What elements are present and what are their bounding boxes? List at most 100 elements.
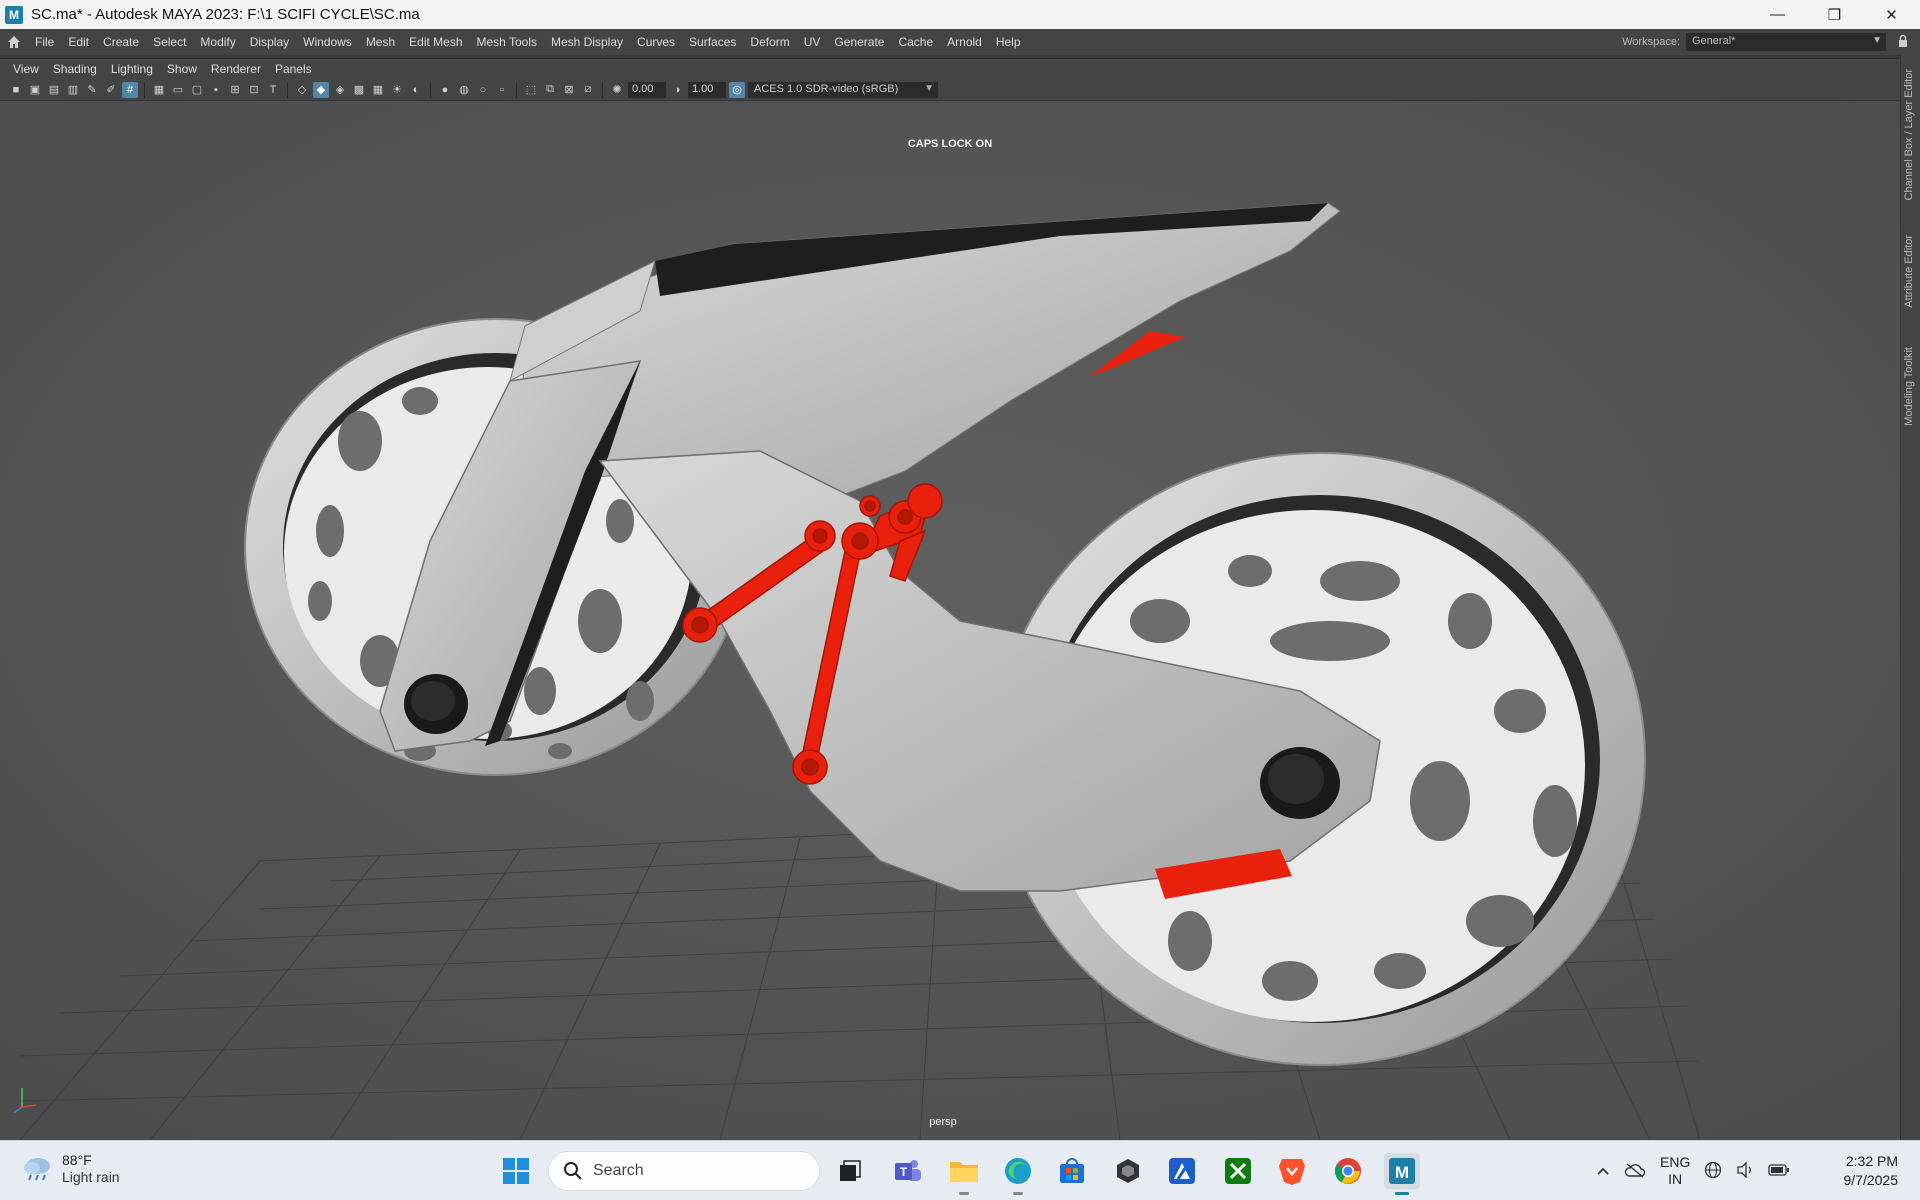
input-language-indicator[interactable]: ENG IN — [1660, 1154, 1690, 1188]
image-plane-icon[interactable]: ▥ — [65, 82, 81, 98]
view-transform-dropdown[interactable]: ACES 1.0 SDR-video (sRGB) ▼ — [748, 81, 938, 98]
taskbar-search[interactable]: Search — [548, 1151, 820, 1191]
file-explorer-app[interactable] — [946, 1153, 982, 1195]
lock-icon[interactable] — [1898, 34, 1908, 50]
menu-modify[interactable]: Modify — [193, 29, 242, 55]
safe-title-icon[interactable]: T — [265, 82, 281, 98]
chrome-app[interactable] — [1330, 1153, 1366, 1189]
panel-menu-panels[interactable]: Panels — [268, 62, 319, 76]
gamma-icon[interactable]: ◑ — [669, 82, 685, 98]
menu-create[interactable]: Create — [96, 29, 146, 55]
shadows-icon[interactable]: ◐ — [408, 82, 424, 98]
menu-surfaces[interactable]: Surfaces — [682, 29, 743, 55]
menu-windows[interactable]: Windows — [296, 29, 359, 55]
bookmarks-icon[interactable]: ▤ — [46, 82, 62, 98]
menu-generate[interactable]: Generate — [827, 29, 891, 55]
smooth-shade-icon[interactable]: ◆ — [313, 81, 329, 98]
grease-pencil-icon[interactable]: ✐ — [103, 82, 119, 98]
anti-aliasing-icon[interactable]: ○ — [475, 82, 491, 98]
clock-time: 2:32 PM — [1845, 1153, 1898, 1169]
textured-icon[interactable]: ▩ — [351, 82, 367, 98]
design-app[interactable] — [1164, 1153, 1200, 1189]
grid-icon[interactable]: ▦ — [151, 82, 167, 98]
lights-icon[interactable]: ☀ — [389, 82, 405, 98]
task-view-button[interactable] — [832, 1153, 868, 1189]
ambient-occlusion-icon[interactable]: ● — [437, 82, 453, 98]
folder-icon — [950, 1162, 978, 1182]
menu-mesh-display[interactable]: Mesh Display — [544, 29, 630, 55]
exposure-field[interactable]: 0.00 — [628, 81, 666, 98]
language-code: ENG — [1660, 1154, 1691, 1170]
edge-browser-app[interactable] — [1000, 1153, 1036, 1195]
battery-icon[interactable] — [1768, 1163, 1790, 1179]
resolution-gate-icon[interactable]: ▢ — [189, 82, 205, 98]
select-camera-icon[interactable]: ■ — [8, 82, 24, 98]
color-management-icon[interactable]: ◎ — [729, 81, 745, 98]
panel-menu-shading[interactable]: Shading — [46, 62, 104, 76]
gate-mask-icon[interactable]: ▪ — [208, 82, 224, 98]
weather-widget[interactable]: 88°F Light rain — [22, 1151, 120, 1185]
microsoft-store-app[interactable] — [1054, 1153, 1090, 1189]
toolbar-divider — [287, 81, 288, 98]
xbox-app[interactable] — [1220, 1153, 1256, 1189]
menu-select[interactable]: Select — [146, 29, 193, 55]
tab-modeling-toolkit[interactable]: Modeling Toolkit — [1903, 347, 1915, 426]
exposure-icon[interactable]: ✺ — [609, 82, 625, 98]
field-chart-icon[interactable]: ⊞ — [227, 82, 243, 98]
menu-curves[interactable]: Curves — [630, 29, 682, 55]
running-indicator — [1013, 1192, 1023, 1195]
xray-joints-icon[interactable]: ⧄ — [580, 82, 596, 98]
menu-display[interactable]: Display — [243, 29, 296, 55]
panel-menu-show[interactable]: Show — [160, 62, 204, 76]
taskbar-clock[interactable]: 2:32 PM 9/7/2025 — [1844, 1152, 1899, 1190]
panel-menu-lighting[interactable]: Lighting — [104, 62, 160, 76]
tab-attribute-editor[interactable]: Attribute Editor — [1903, 235, 1915, 308]
wireframe-icon[interactable]: ◇ — [294, 82, 310, 98]
menu-edit[interactable]: Edit — [61, 29, 96, 55]
menu-arnold[interactable]: Arnold — [940, 29, 989, 55]
restore-button[interactable]: ❐ — [1806, 0, 1863, 29]
maya-app[interactable]: M — [1384, 1153, 1420, 1195]
home-icon[interactable] — [0, 29, 28, 55]
depth-of-field-icon[interactable]: ▫ — [494, 82, 510, 98]
motion-blur-icon[interactable]: ◍ — [456, 82, 472, 98]
perspective-viewport[interactable]: CAPS LOCK ON persp — [0, 101, 1900, 1140]
menu-edit-mesh[interactable]: Edit Mesh — [402, 29, 469, 55]
teams-app[interactable]: T — [890, 1153, 926, 1189]
show-hidden-icons-chevron-up-icon[interactable] — [1596, 1163, 1610, 1179]
xray-active-icon[interactable]: ⊠ — [561, 82, 577, 98]
isolate-select-icon[interactable]: ⬚ — [523, 82, 539, 98]
task-view-icon — [840, 1160, 861, 1181]
safe-action-icon[interactable]: ⊡ — [246, 82, 262, 98]
minimize-button[interactable]: — — [1749, 0, 1806, 29]
checker-icon[interactable]: ▦ — [370, 82, 386, 98]
menu-help[interactable]: Help — [989, 29, 1028, 55]
unity-hub-app[interactable] — [1110, 1153, 1146, 1189]
network-globe-icon[interactable] — [1704, 1161, 1722, 1182]
menu-file[interactable]: File — [28, 29, 61, 55]
maya-icon: M — [1389, 1158, 1415, 1184]
onedrive-cloud-icon[interactable] — [1624, 1162, 1646, 1181]
menu-mesh-tools[interactable]: Mesh Tools — [470, 29, 544, 55]
volume-speaker-icon[interactable] — [1736, 1160, 1754, 1181]
panel-menu-view[interactable]: View — [6, 62, 46, 76]
brave-browser-app[interactable] — [1274, 1153, 1310, 1189]
2d-pan-zoom-icon[interactable]: ✎ — [84, 82, 100, 98]
start-button[interactable] — [498, 1153, 534, 1189]
film-gate-icon[interactable]: ▭ — [170, 82, 186, 98]
menu-uv[interactable]: UV — [797, 29, 828, 55]
wireframe-on-shaded-icon[interactable]: ◈ — [332, 82, 348, 98]
camera-attributes-icon[interactable]: ▣ — [27, 82, 43, 98]
gamma-field[interactable]: 1.00 — [688, 81, 726, 98]
close-button[interactable]: ✕ — [1863, 0, 1920, 29]
tab-channel-box-layer-editor[interactable]: Channel Box / Layer Editor — [1903, 69, 1915, 200]
grid-toggle-icon[interactable]: # — [122, 81, 138, 98]
menu-cache[interactable]: Cache — [891, 29, 940, 55]
workspace-dropdown[interactable]: General* ▼ — [1686, 33, 1886, 51]
window-title: SC.ma* - Autodesk MAYA 2023: F:\1 SCIFI … — [31, 6, 420, 23]
menu-deform[interactable]: Deform — [743, 29, 796, 55]
xray-icon[interactable]: ⧉ — [542, 82, 558, 98]
panel-menu-renderer[interactable]: Renderer — [204, 62, 268, 76]
menu-mesh[interactable]: Mesh — [359, 29, 402, 55]
search-placeholder: Search — [593, 1162, 644, 1179]
